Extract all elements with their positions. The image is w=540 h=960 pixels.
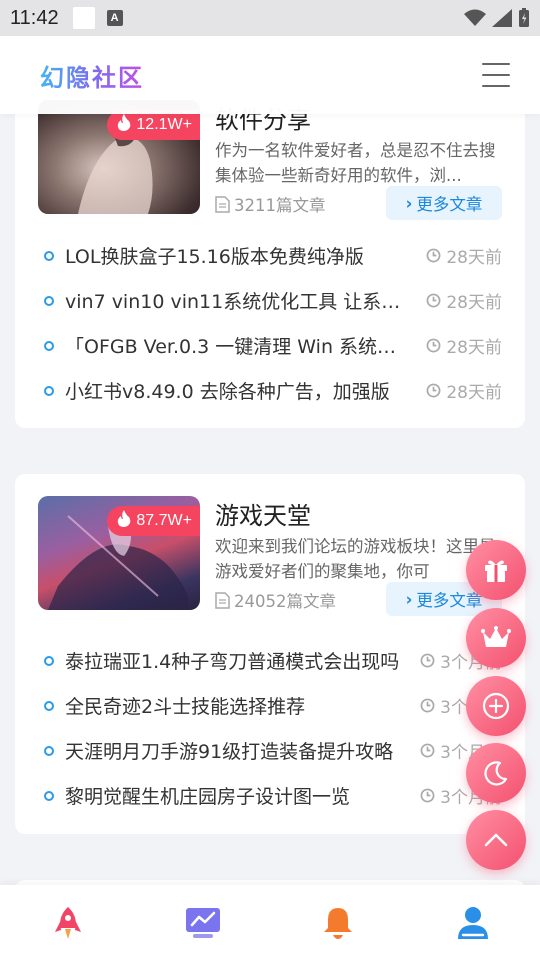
bullet-dot — [44, 790, 54, 801]
bullet-dot — [44, 745, 54, 756]
chevron-right-icon: › — [405, 589, 413, 609]
list-item[interactable]: 「OFGB Ver.0.3 一键清理 Win 系统广告 28天前 — [44, 323, 502, 368]
thread-title[interactable]: LOL换肤盒子15.16版本免费纯净版 — [65, 242, 408, 269]
list-item[interactable]: 小红书v8.49.0 去除各种广告，加强版 28天前 — [44, 368, 502, 413]
chart-icon — [185, 907, 220, 938]
crown-button[interactable] — [466, 608, 526, 668]
bell-icon — [323, 907, 352, 939]
bullet-dot — [44, 295, 54, 306]
crown-icon — [481, 626, 511, 647]
board-card-software: 12.1W+ 软件分享 作为一名软件爱好者，总是忍不住去搜集体验一些新奇好用的软… — [15, 60, 525, 428]
thread-title[interactable]: 泰拉瑞亚1.4种子弯刀普通模式会出现吗 — [65, 647, 402, 674]
hot-badge: 12.1W+ — [107, 110, 200, 140]
hot-badge: 87.7W+ — [107, 506, 200, 536]
clock-icon — [420, 653, 435, 668]
menu-icon[interactable] — [482, 63, 510, 87]
thread-title[interactable]: 「OFGB Ver.0.3 一键清理 Win 系统广告 — [65, 332, 408, 359]
plus-icon — [482, 692, 510, 720]
clock-icon — [420, 743, 435, 758]
list-item[interactable]: 黎明觉醒生机庄园房子设计图一览 3个月前 — [44, 773, 502, 818]
list-item[interactable]: vin7 vin10 vin11系统优化工具 让系统更流畅 28天前 — [44, 278, 502, 323]
list-item[interactable]: 泰拉瑞亚1.4种子弯刀普通模式会出现吗 3个月前 — [44, 638, 502, 683]
bullet-dot — [44, 655, 54, 666]
clock-icon — [426, 338, 441, 353]
thread-title[interactable]: 全民奇迹2斗士技能选择推荐 — [65, 692, 402, 719]
bullet-dot — [44, 700, 54, 711]
board-thumbnail[interactable]: 87.7W+ — [38, 496, 200, 610]
nav-item-trends[interactable] — [135, 885, 270, 960]
clock-icon — [426, 293, 441, 308]
clock-icon — [426, 248, 441, 263]
clock-icon — [426, 383, 441, 398]
bottom-nav — [0, 885, 540, 960]
thread-time: 28天前 — [426, 378, 502, 403]
thread-list: LOL换肤盒子15.16版本免费纯净版 28天前 vin7 vin10 vin1… — [44, 233, 502, 413]
article-count: 24052篇文章 — [215, 588, 336, 612]
add-post-button[interactable] — [466, 676, 526, 736]
chevron-right-icon: › — [405, 193, 413, 213]
document-icon — [215, 591, 230, 609]
thread-time: 28天前 — [426, 288, 502, 313]
rocket-icon — [54, 906, 81, 939]
scroll-top-button[interactable] — [466, 810, 526, 870]
list-item[interactable]: 天涯明月刀手游91级打造装备提升攻略 3个月前 — [44, 728, 502, 773]
wifi-icon — [464, 9, 486, 26]
clock-icon — [420, 788, 435, 803]
clock-icon — [420, 698, 435, 713]
signal-icon — [492, 9, 512, 27]
user-icon — [457, 906, 488, 939]
document-icon — [215, 195, 230, 213]
article-count: 3211篇文章 — [215, 192, 326, 216]
board-title[interactable]: 游戏天堂 — [215, 496, 311, 531]
nav-item-home[interactable] — [0, 885, 135, 960]
fire-icon — [117, 510, 131, 532]
status-bar: 11:42 A — [0, 0, 540, 36]
nav-item-profile[interactable] — [405, 885, 540, 960]
chevron-up-icon — [484, 833, 508, 847]
thread-time: 28天前 — [426, 333, 502, 358]
thread-time: 28天前 — [426, 243, 502, 268]
moon-icon — [484, 761, 508, 786]
board-thumbnail[interactable]: 12.1W+ — [38, 100, 200, 214]
list-item[interactable]: LOL换肤盒子15.16版本免费纯净版 28天前 — [44, 233, 502, 278]
board-description: 欢迎来到我们论坛的游戏板块！这里是游戏爱好者们的聚集地，你可 — [215, 537, 496, 581]
keyboard-icon: A — [106, 10, 123, 26]
notification-icon — [72, 7, 95, 29]
more-articles-button[interactable]: › 更多文章 — [386, 186, 502, 220]
thread-title[interactable]: 黎明觉醒生机庄园房子设计图一览 — [65, 782, 402, 809]
bullet-dot — [44, 385, 54, 396]
board-card-games: 87.7W+ 游戏天堂 欢迎来到我们论坛的游戏板块！这里是游戏爱好者们的聚集地，… — [15, 474, 525, 834]
fire-icon — [117, 114, 131, 136]
gift-icon — [485, 560, 507, 582]
thread-title[interactable]: vin7 vin10 vin11系统优化工具 让系统更流畅 — [65, 287, 408, 314]
thread-title[interactable]: 小红书v8.49.0 去除各种广告，加强版 — [65, 377, 408, 404]
thread-list: 泰拉瑞亚1.4种子弯刀普通模式会出现吗 3个月前 全民奇迹2斗士技能选择推荐 3… — [44, 638, 502, 818]
gift-button[interactable] — [466, 540, 526, 600]
board-description: 作为一名软件爱好者，总是忍不住去搜集体验一些新奇好用的软件，浏... — [215, 141, 496, 185]
dark-mode-button[interactable] — [466, 743, 526, 803]
app-header: 幻隐社区 — [0, 36, 540, 114]
bullet-dot — [44, 340, 54, 351]
status-time: 11:42 — [10, 6, 59, 29]
app-logo[interactable]: 幻隐社区 — [40, 58, 144, 93]
nav-item-notifications[interactable] — [270, 885, 405, 960]
battery-icon — [519, 8, 529, 27]
bullet-dot — [44, 250, 54, 261]
list-item[interactable]: 全民奇迹2斗士技能选择推荐 3个月前 — [44, 683, 502, 728]
thread-title[interactable]: 天涯明月刀手游91级打造装备提升攻略 — [65, 737, 402, 764]
